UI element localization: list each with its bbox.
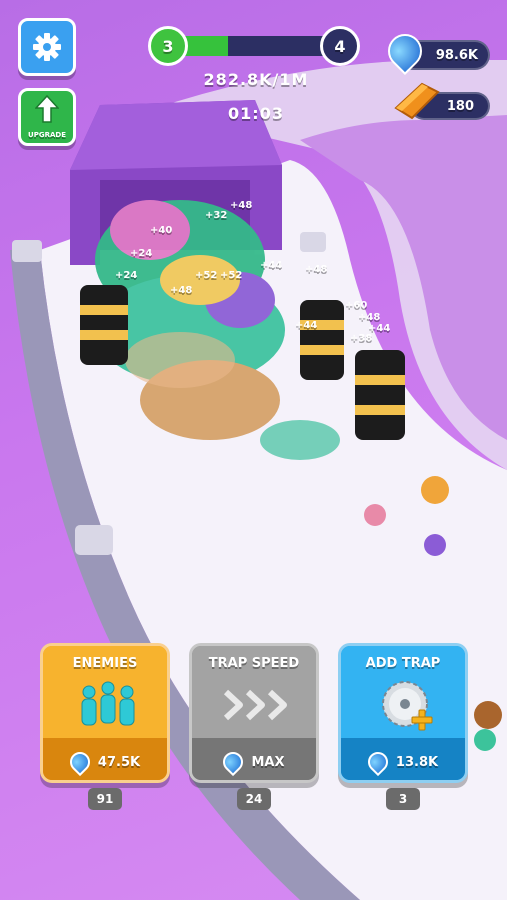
bonus-label: +44 (260, 260, 283, 271)
gold-bar-icon (394, 82, 440, 120)
add-trap-cost: 13.8K (395, 754, 439, 770)
enemies-card[interactable]: ENEMIES 47.5K (40, 643, 170, 783)
level-next-badge: 4 (320, 26, 360, 66)
enemies-card-title: ENEMIES (72, 656, 138, 671)
level-progress: 3 4 (148, 26, 360, 66)
water-drop-icon (65, 747, 95, 777)
add-trap-count: 3 (386, 788, 420, 810)
trap-speed-card[interactable]: TRAP SPEED MAX (189, 643, 319, 783)
bonus-label: +48 (358, 312, 381, 323)
gear-icon (33, 33, 61, 61)
upgrade-label: UPGRADE (28, 131, 66, 139)
gold-amount: 180 (446, 99, 474, 114)
progress-text: 282.8K/1M (203, 70, 309, 89)
trap-speed-count: 24 (237, 788, 271, 810)
water-drop-icon (363, 747, 393, 777)
water-amount: 98.6K (435, 48, 478, 63)
bonus-label: +40 (150, 225, 173, 236)
bonus-label: +44 (295, 320, 318, 331)
add-trap-card-title: ADD TRAP (365, 656, 441, 671)
trap-speed-card-title: TRAP SPEED (208, 656, 300, 671)
bonus-label: +52 (220, 270, 243, 281)
bonus-label: +48 (170, 285, 193, 296)
water-drop-icon (219, 747, 248, 777)
trap-speed-cost: MAX (251, 754, 285, 770)
bonus-labels: +48 +44 +52 +60 +48 +44 +38 +24 +48 +40 … (110, 200, 400, 350)
people-icon (81, 681, 135, 726)
upgrade-button[interactable]: UPGRADE (18, 88, 76, 146)
bonus-label: +48 (305, 264, 328, 275)
enemies-cost: 47.5K (97, 754, 141, 770)
bonus-label: +60 (345, 300, 368, 311)
level-current-badge: 3 (148, 26, 188, 66)
arrow-up-icon (35, 95, 59, 123)
bonus-label: +24 (130, 248, 153, 259)
bonus-label: +52 (195, 270, 218, 281)
bonus-label: +48 (230, 200, 253, 211)
level-next: 4 (334, 36, 346, 56)
bonus-label: +24 (115, 270, 138, 281)
enemies-count: 91 (88, 788, 122, 810)
level-current: 3 (162, 36, 174, 56)
bonus-label: +32 (205, 210, 228, 221)
add-trap-card[interactable]: ADD TRAP 13.8K (338, 643, 468, 783)
settings-button[interactable] (18, 18, 76, 76)
saw-blade-plus-icon (382, 681, 433, 731)
bonus-label: +38 (350, 333, 373, 344)
timer: 01:03 (228, 104, 284, 123)
chevrons-right-icon (223, 689, 287, 721)
